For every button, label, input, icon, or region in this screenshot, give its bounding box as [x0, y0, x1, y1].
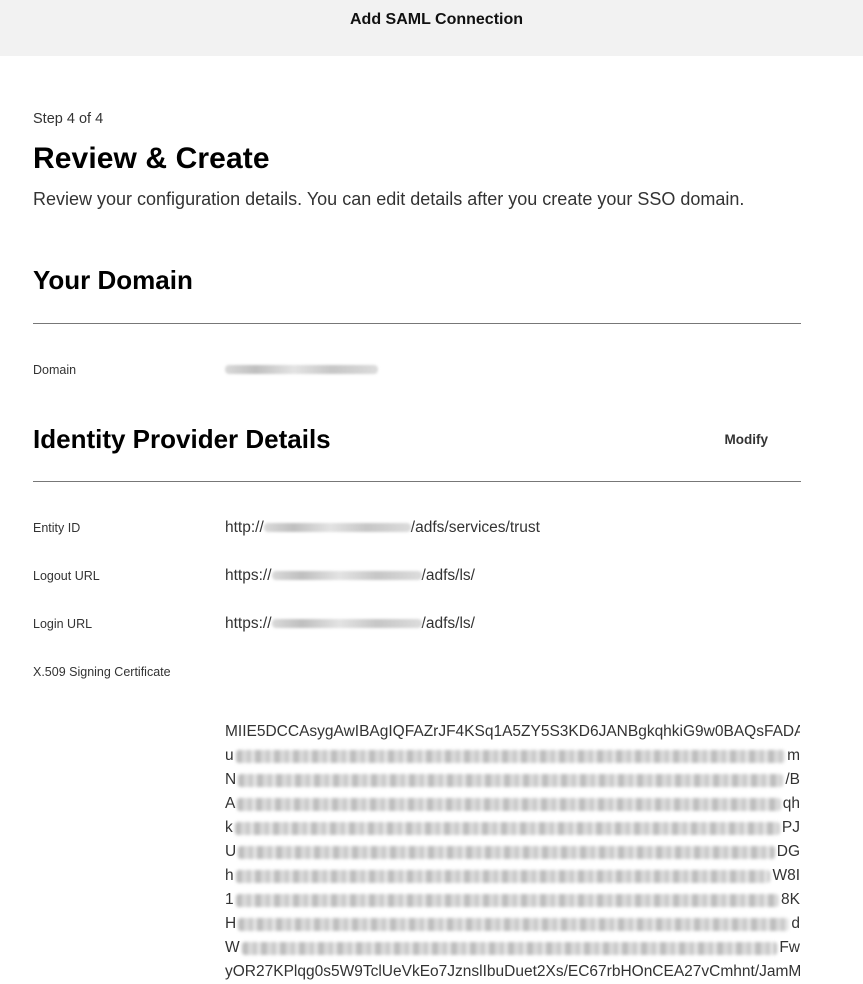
logout-url-prefix: https:// [225, 567, 272, 584]
header-bar: Add SAML Connection [0, 0, 863, 56]
page-subtitle: Review your configuration details. You c… [33, 189, 745, 209]
login-url-prefix: https:// [225, 615, 272, 632]
redacted-domain [225, 365, 378, 375]
redacted-host [271, 619, 422, 629]
redacted-text [241, 941, 778, 955]
certificate-line: MIIE5DCCAsygAwIBAgIQFAZrJF4KSq1A5ZY5S3KD… [225, 723, 800, 740]
dialog-title: Add SAML Connection [349, 11, 524, 28]
entity-id-prefix: http:// [225, 519, 264, 536]
domain-label: Domain [33, 363, 77, 377]
certificate-line: Aqh [225, 795, 800, 812]
certificate-line: k PJ [225, 819, 800, 836]
login-url-suffix: /adfs/ls/ [421, 615, 475, 632]
login-url-label: Login URL [33, 617, 93, 631]
redacted-text [235, 869, 771, 883]
certificate-label: X.509 Signing Certificate [33, 665, 171, 679]
section-divider [33, 481, 801, 482]
certificate-line: um [225, 747, 800, 764]
certificate-line: U DG [225, 843, 800, 860]
idp-details-heading: Identity Provider Details [33, 424, 331, 454]
redacted-host [271, 571, 422, 581]
redacted-text [238, 917, 790, 931]
section-divider [33, 323, 801, 324]
redacted-text [237, 797, 781, 811]
redacted-text [238, 845, 775, 859]
entity-id-suffix: /adfs/services/trust [410, 519, 540, 536]
step-indicator: Step 4 of 4 [33, 111, 104, 127]
certificate-line: 1 8K [225, 891, 800, 908]
page-title: Review & Create [33, 142, 270, 175]
login-url-value: https:// /adfs/ls/ [225, 615, 475, 633]
entity-id-value: http:// /adfs/services/trust [225, 519, 540, 537]
logout-url-value: https:// /adfs/ls/ [225, 567, 475, 585]
logout-url-suffix: /adfs/ls/ [421, 567, 475, 584]
certificate-line: h W8I [225, 867, 800, 884]
redacted-text [235, 893, 780, 907]
entity-id-label: Entity ID [33, 521, 81, 535]
redacted-text [235, 749, 786, 763]
redacted-text [234, 821, 780, 835]
redacted-text [238, 773, 784, 787]
certificate-value: MIIE5DCCAsygAwIBAgIQFAZrJF4KSq1A5ZY5S3KD… [225, 720, 800, 984]
domain-value [225, 361, 378, 379]
certificate-line: W Fw [225, 939, 800, 956]
modify-link[interactable]: Modify [700, 432, 769, 447]
certificate-line: Hd [225, 915, 800, 932]
your-domain-heading: Your Domain [33, 265, 193, 295]
certificate-line: N/B [225, 771, 800, 788]
certificate-line: yOR27KPlqg0s5W9TclUeVkEo7JznslIbuDuet2Xs… [225, 963, 800, 980]
logout-url-label: Logout URL [33, 569, 100, 583]
redacted-host [263, 523, 411, 533]
